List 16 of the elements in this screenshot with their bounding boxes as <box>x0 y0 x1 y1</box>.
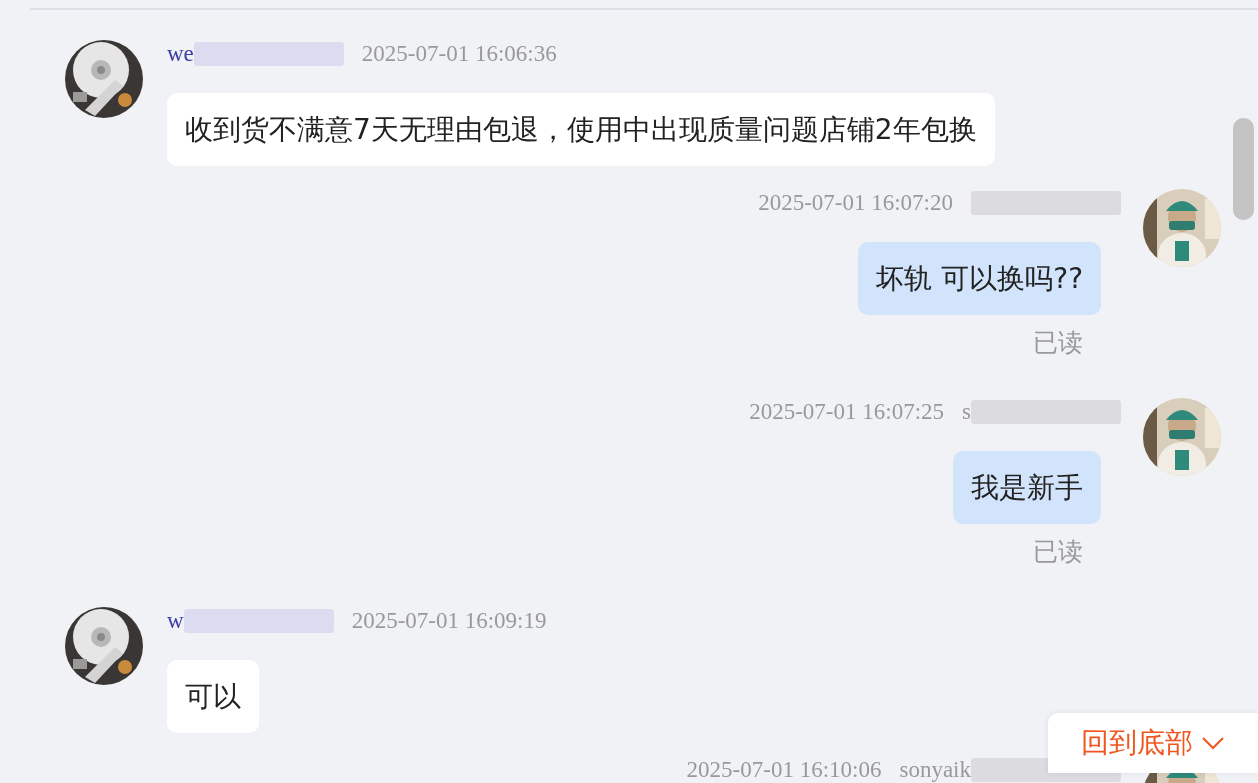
message-bubble: 坏轨 可以换吗?? <box>858 242 1101 315</box>
timestamp: 2025-07-01 16:06:36 <box>361 41 557 67</box>
username: we <box>167 41 194 67</box>
message-bubble: 收到货不满意7天无理由包退，使用中出现质量问题店铺2年包换 <box>167 93 995 166</box>
timestamp: 2025-07-01 16:10:06 <box>686 757 882 783</box>
read-status: 已读 <box>1033 327 1083 359</box>
username: s <box>962 399 971 425</box>
timestamp: 2025-07-01 16:09:19 <box>351 608 547 634</box>
message-bubble: 我是新手 <box>953 451 1101 524</box>
username: sonyaik <box>899 757 971 783</box>
scroll-to-bottom-button[interactable]: 回到底部 <box>1048 713 1258 773</box>
message-bubble: 可以 <box>167 660 259 733</box>
timestamp: 2025-07-01 16:07:25 <box>749 399 945 425</box>
read-status: 已读 <box>1033 536 1083 568</box>
username: w <box>167 608 184 634</box>
timestamp: 2025-07-01 16:07:20 <box>758 190 953 216</box>
